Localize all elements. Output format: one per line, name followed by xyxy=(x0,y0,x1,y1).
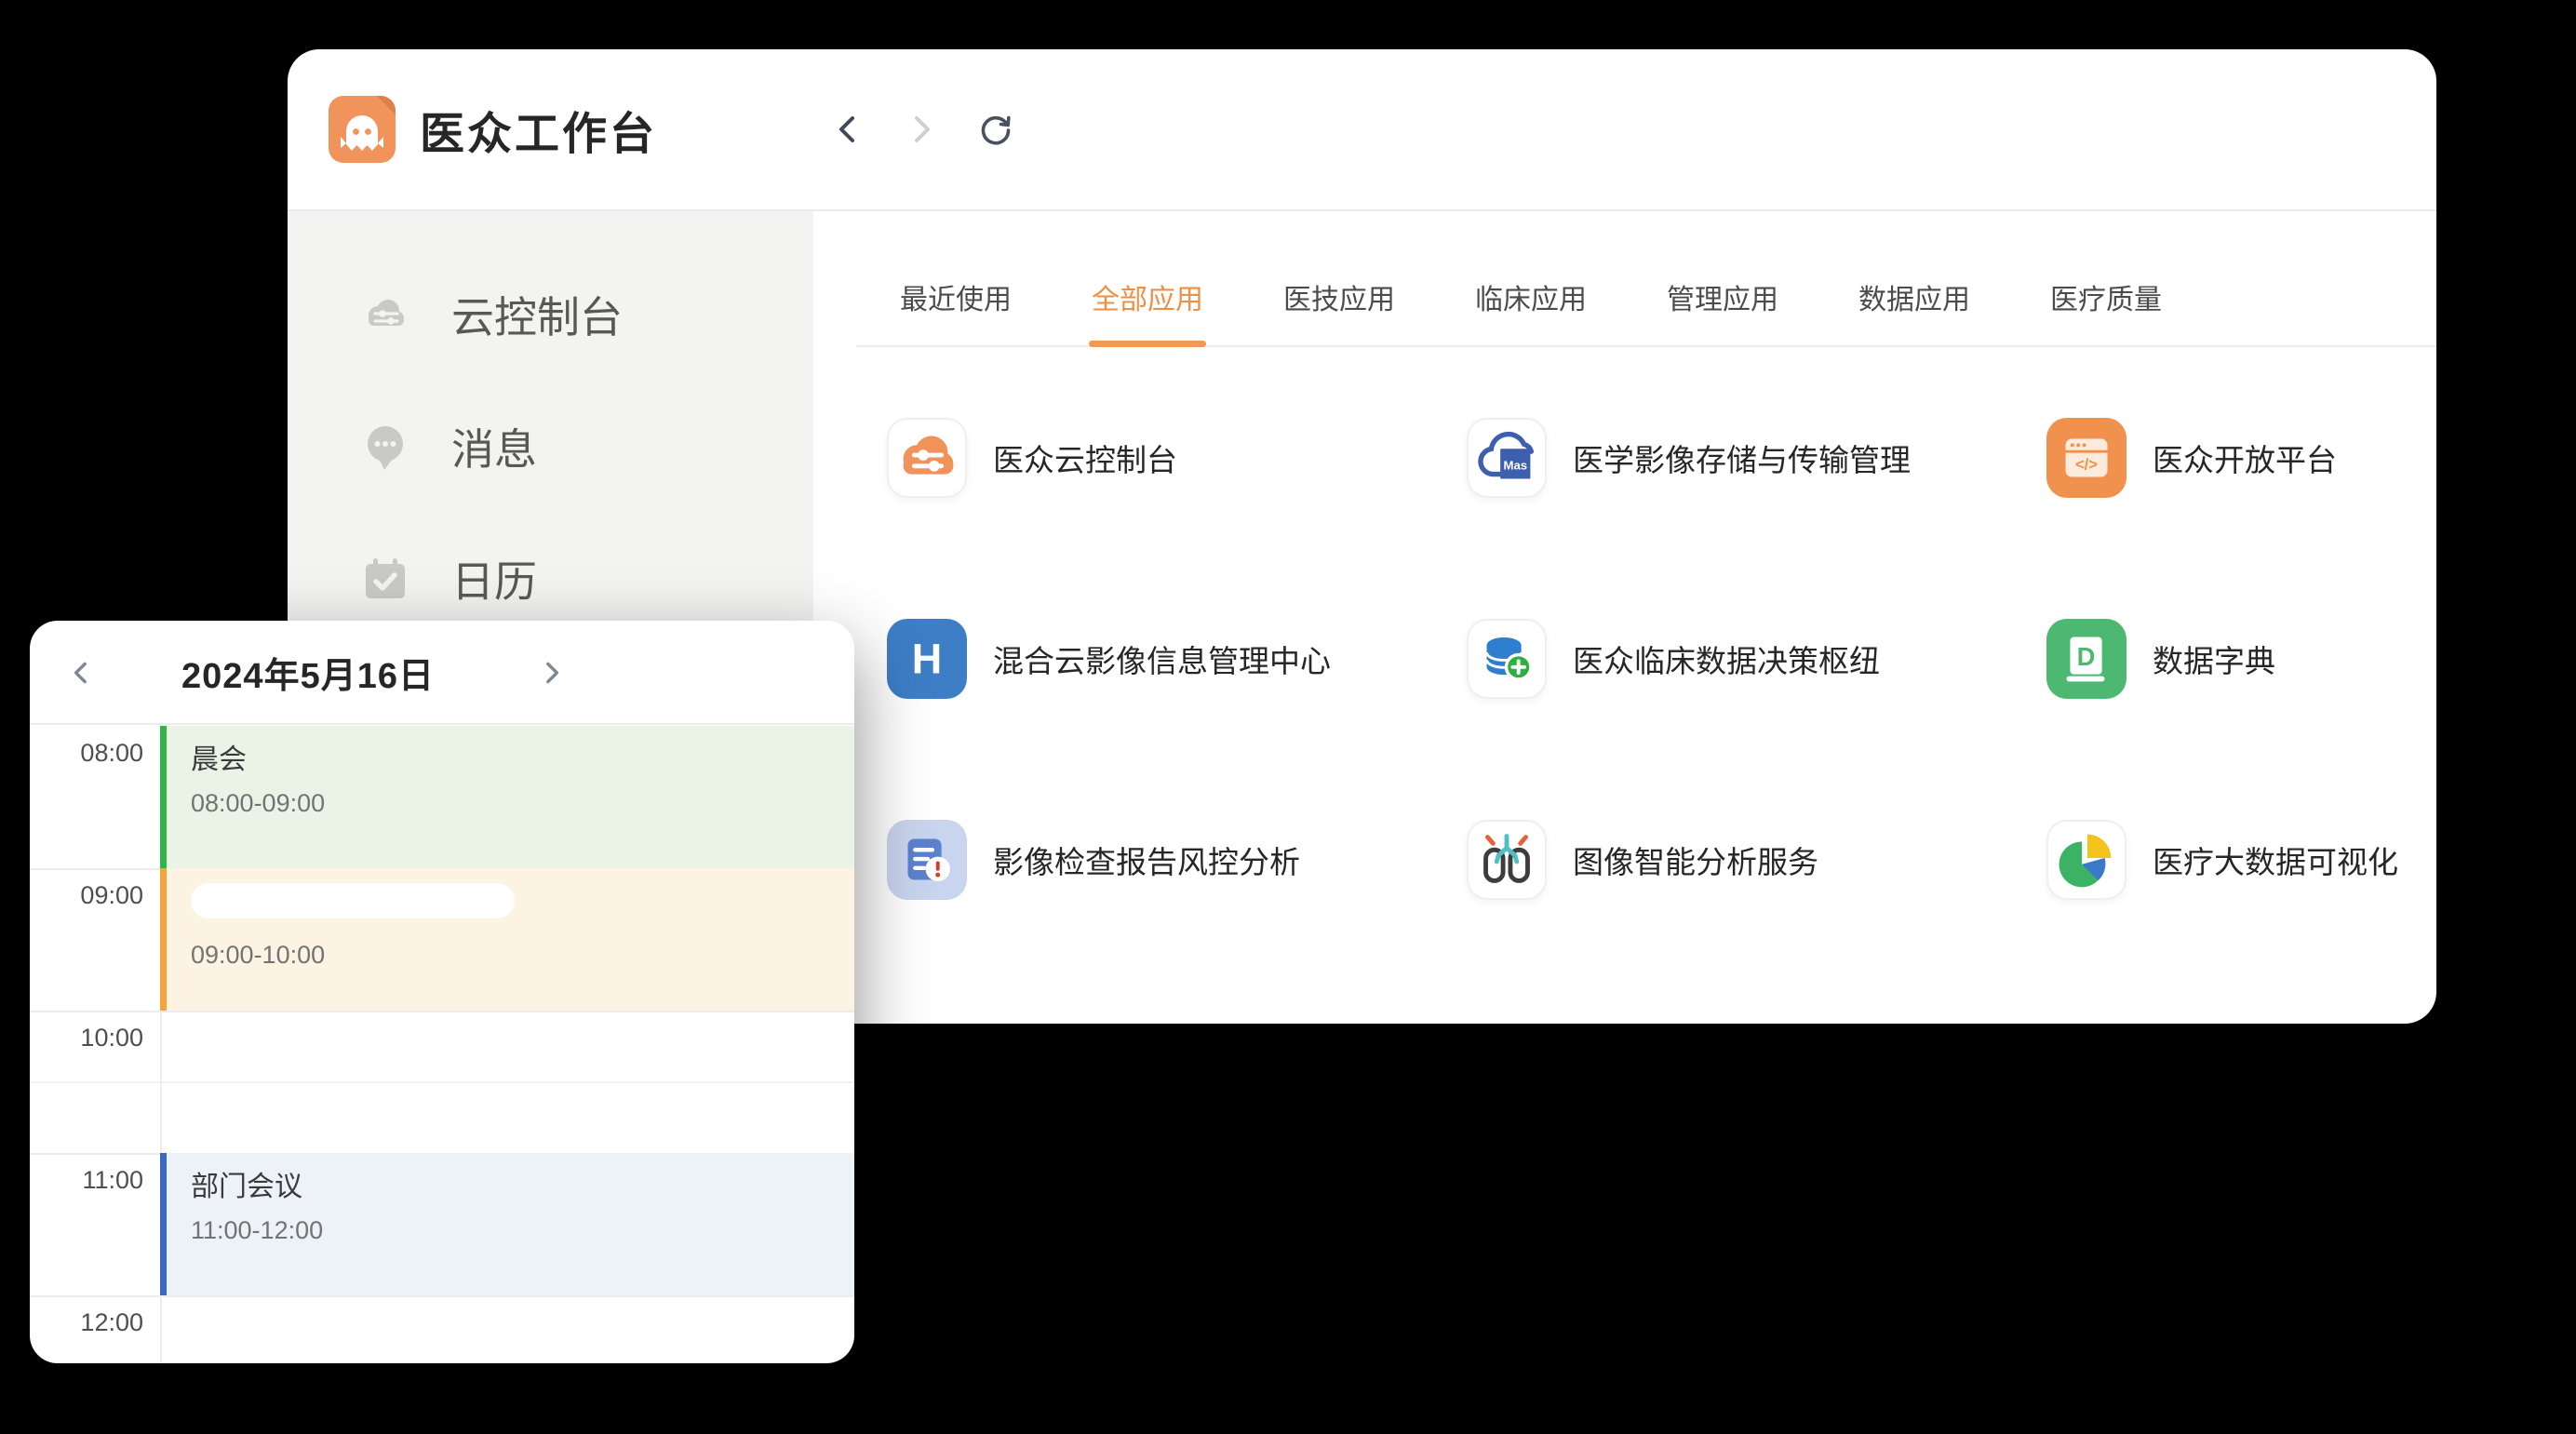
tab-recent[interactable]: 最近使用 xyxy=(900,276,1012,345)
redacted-event-title-pill xyxy=(191,883,515,918)
mas-cloud-icon: Mas xyxy=(1467,418,1547,498)
cloud-console-icon xyxy=(358,288,412,342)
pie-chart-icon xyxy=(2046,820,2127,900)
sidebar-item-messages[interactable]: 消息 xyxy=(288,381,813,513)
app-hybrid-cloud-imaging[interactable]: H 混合云影像信息管理中心 xyxy=(887,619,1467,699)
app-name: 数据字典 xyxy=(2153,637,2275,681)
tab-management-apps[interactable]: 管理应用 xyxy=(1667,276,1778,345)
chevron-right-icon xyxy=(901,109,942,150)
app-name: 医众云控制台 xyxy=(993,436,1177,480)
event-time: 11:00-12:00 xyxy=(191,1216,854,1245)
refresh-icon xyxy=(974,109,1015,150)
app-name: 影像检查报告风控分析 xyxy=(993,838,1300,882)
tab-data-apps[interactable]: 数据应用 xyxy=(1858,276,1970,345)
calendar-prev-day-button[interactable] xyxy=(61,652,102,693)
app-report-risk-analysis[interactable]: 影像检查报告风控分析 xyxy=(887,820,1467,900)
chevron-left-icon xyxy=(827,109,868,150)
app-name: 医学影像存储与传输管理 xyxy=(1573,436,1911,480)
chevron-right-icon xyxy=(535,657,567,689)
app-name: 图像智能分析服务 xyxy=(1573,838,1818,882)
app-cloud-console[interactable]: 医众云控制台 xyxy=(887,418,1467,498)
event-title: 部门会议 xyxy=(191,1170,854,1205)
screen: 医众工作台 xyxy=(0,0,2576,1434)
letter-h-icon: H xyxy=(887,619,967,699)
svg-text:Mas: Mas xyxy=(1503,459,1527,473)
time-label: 11:00 xyxy=(30,1166,143,1195)
app-name: 医疗大数据可视化 xyxy=(2153,838,2398,882)
window-nav xyxy=(827,49,1015,209)
calendar-event-morning-meeting[interactable]: 晨会 08:00-09:00 xyxy=(160,726,854,868)
app-bigdata-visualization[interactable]: 医疗大数据可视化 xyxy=(2046,820,2436,900)
event-time: 08:00-09:00 xyxy=(191,789,854,818)
hour-gridline xyxy=(30,1011,854,1012)
tab-all-apps[interactable]: 全部应用 xyxy=(1092,276,1203,345)
sidebar-item-label: 消息 xyxy=(451,416,537,477)
app-data-dictionary[interactable]: D 数据字典 xyxy=(2046,619,2436,699)
calendar-event-redacted[interactable]: 09:00-10:00 xyxy=(160,868,854,1011)
time-label: 08:00 xyxy=(30,739,143,768)
tab-clinical-apps[interactable]: 临床应用 xyxy=(1475,276,1587,345)
half-hour-gridline xyxy=(30,1081,854,1083)
calendar-panel: 2024年5月16日 08:00 09:00 10:00 11:00 12:00… xyxy=(30,621,854,1363)
app-image-ai-analysis[interactable]: 图像智能分析服务 xyxy=(1467,820,2046,900)
hour-gridline xyxy=(30,1295,854,1297)
calendar-header: 2024年5月16日 xyxy=(30,621,854,725)
svg-text:D: D xyxy=(2077,642,2096,671)
event-time: 09:00-10:00 xyxy=(191,941,854,970)
sidebar-item-label: 日历 xyxy=(451,548,537,610)
app-title: 医众工作台 xyxy=(420,97,657,162)
svg-text:H: H xyxy=(912,636,942,683)
app-name: 医众开放平台 xyxy=(2153,436,2337,480)
code-window-icon: </> xyxy=(2046,418,2127,498)
svg-text:</>: </> xyxy=(2075,456,2098,474)
time-label: 09:00 xyxy=(30,881,143,910)
refresh-button[interactable] xyxy=(974,109,1015,150)
calendar-icon xyxy=(358,552,412,606)
dictionary-book-icon: D xyxy=(2046,619,2127,699)
app-name: 混合云影像信息管理中心 xyxy=(993,637,1331,681)
app-medical-image-pacs[interactable]: Mas 医学影像存储与传输管理 xyxy=(1467,418,2046,498)
tab-medtech-apps[interactable]: 医技应用 xyxy=(1283,276,1395,345)
time-label: 12:00 xyxy=(30,1308,143,1337)
sidebar-item-cloud-console[interactable]: 云控制台 xyxy=(288,248,813,381)
app-name: 医众临床数据决策枢纽 xyxy=(1573,637,1880,681)
sidebar-item-label: 云控制台 xyxy=(451,284,623,345)
app-clinical-data-hub[interactable]: 医众临床数据决策枢纽 xyxy=(1467,619,2046,699)
forward-button[interactable] xyxy=(901,109,942,150)
database-plus-icon xyxy=(1467,619,1547,699)
app-content: 最近使用 全部应用 医技应用 临床应用 管理应用 数据应用 医疗质量 xyxy=(813,211,2436,1022)
time-label: 10:00 xyxy=(30,1024,143,1052)
lungs-icon xyxy=(1467,820,1547,900)
app-logo-icon xyxy=(329,96,396,163)
report-alert-icon xyxy=(887,820,967,900)
window-header: 医众工作台 xyxy=(288,49,2436,211)
calendar-date: 2024年5月16日 xyxy=(122,621,494,723)
calendar-event-department-meeting[interactable]: 部门会议 11:00-12:00 xyxy=(160,1153,854,1295)
app-grid: 医众云控制台 Mas 医学影像存储与传输管理 xyxy=(887,418,2436,900)
chevron-left-icon xyxy=(66,657,98,689)
app-tabs: 最近使用 全部应用 医技应用 临床应用 管理应用 数据应用 医疗质量 xyxy=(856,211,2436,347)
back-button[interactable] xyxy=(827,109,868,150)
event-title: 晨会 xyxy=(191,743,854,778)
calendar-day-grid: 08:00 09:00 10:00 11:00 12:00 晨会 08:00-0… xyxy=(30,725,854,1363)
app-open-platform[interactable]: </> 医众开放平台 xyxy=(2046,418,2436,498)
calendar-next-day-button[interactable] xyxy=(530,652,571,693)
cloud-sliders-icon xyxy=(887,418,967,498)
tab-quality[interactable]: 医疗质量 xyxy=(2050,276,2162,345)
message-icon xyxy=(358,420,412,474)
